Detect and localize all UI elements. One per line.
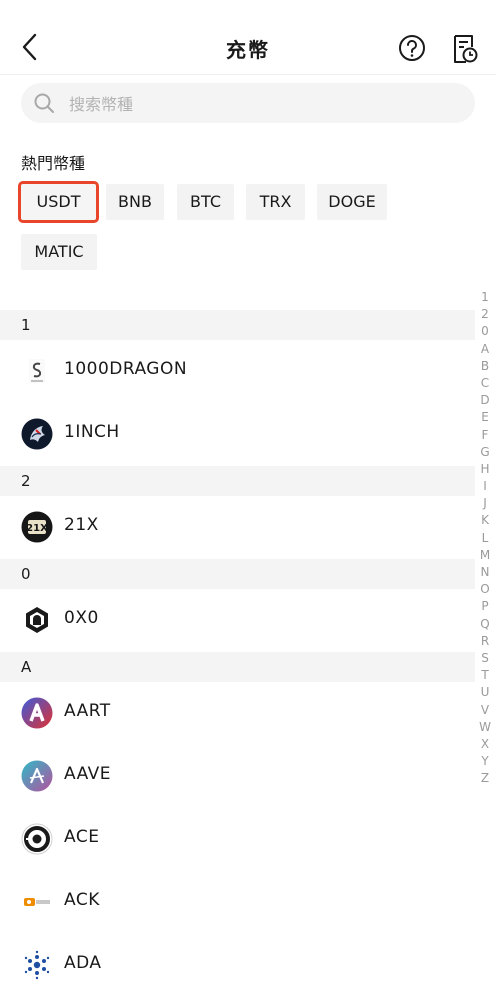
hot-chip-doge[interactable]: DOGE xyxy=(317,184,387,220)
hot-chip-trx[interactable]: TRX xyxy=(246,184,305,220)
coin-row-21x[interactable]: 21X 21X xyxy=(0,497,475,557)
search-input[interactable] xyxy=(67,83,451,125)
0x0-logo-icon xyxy=(26,607,48,633)
coin-row-ack[interactable]: ACK xyxy=(0,872,475,932)
index-letter[interactable]: U xyxy=(476,684,494,701)
index-letter[interactable]: P xyxy=(476,598,494,615)
index-letter[interactable]: L xyxy=(476,530,494,547)
index-letter[interactable]: X xyxy=(476,736,494,753)
coin-row-1000dragon[interactable]: 1000DRAGON xyxy=(0,341,475,401)
index-letter[interactable]: F xyxy=(476,427,494,444)
index-letter[interactable]: G xyxy=(476,444,494,461)
section-letter: 1 xyxy=(21,316,31,334)
index-letter[interactable]: K xyxy=(476,512,494,529)
index-letter[interactable]: V xyxy=(476,702,494,719)
svg-text:21X: 21X xyxy=(26,523,48,534)
index-letter[interactable]: A xyxy=(476,341,494,358)
index-letter[interactable]: C xyxy=(476,375,494,392)
index-letter[interactable]: M xyxy=(476,547,494,564)
coin-name: 0X0 xyxy=(64,608,99,628)
index-letter[interactable]: S xyxy=(476,650,494,667)
coin-name: 21X xyxy=(64,515,99,535)
hot-chip-usdt[interactable]: USDT xyxy=(18,181,99,223)
21x-logo-icon: 21X xyxy=(21,511,53,543)
index-letter[interactable]: Q xyxy=(476,616,494,633)
coin-name: 1INCH xyxy=(64,422,120,442)
help-icon[interactable] xyxy=(398,34,426,62)
index-letter[interactable]: N xyxy=(476,564,494,581)
coin-row-1inch[interactable]: 1INCH xyxy=(0,404,475,464)
section-header: 1 xyxy=(0,310,475,340)
index-letter[interactable]: 0 xyxy=(476,323,494,340)
section-header: 2 xyxy=(0,466,475,496)
section-header: A xyxy=(0,652,475,682)
section-letter: A xyxy=(21,658,32,676)
hot-chip-matic[interactable]: MATIC xyxy=(21,234,97,270)
ack-logo-icon xyxy=(24,898,50,906)
index-letter[interactable]: D xyxy=(476,392,494,409)
coin-name: ACE xyxy=(64,827,100,847)
1inch-logo-icon xyxy=(21,418,53,450)
section-letter: 0 xyxy=(21,565,31,583)
hot-chip-btc[interactable]: BTC xyxy=(177,184,234,220)
coin-name: ADA xyxy=(64,953,102,973)
hot-coins-title: 熱門幣種 xyxy=(21,154,86,173)
coin-row-ada[interactable]: ADA xyxy=(0,935,475,995)
coin-name: AART xyxy=(64,701,111,721)
index-letter[interactable]: T xyxy=(476,667,494,684)
index-letter[interactable]: O xyxy=(476,581,494,598)
history-record-icon[interactable] xyxy=(450,34,478,64)
coin-row-0x0[interactable]: 0X0 xyxy=(0,590,475,650)
coin-row-ace[interactable]: ACE xyxy=(0,809,475,869)
index-letter[interactable]: 1 xyxy=(476,289,494,306)
index-letter[interactable]: I xyxy=(476,478,494,495)
index-letter[interactable]: H xyxy=(476,461,494,478)
hot-chip-bnb[interactable]: BNB xyxy=(106,184,164,220)
index-letter[interactable]: R xyxy=(476,633,494,650)
ace-logo-icon xyxy=(21,823,53,855)
index-letter[interactable]: J xyxy=(476,495,494,512)
header: 充幣 xyxy=(0,0,496,75)
index-letter[interactable]: W xyxy=(476,719,494,736)
index-letter[interactable]: 2 xyxy=(476,306,494,323)
1000dragon-logo-icon xyxy=(29,359,45,383)
coin-name: ACK xyxy=(64,890,100,910)
index-letter[interactable]: B xyxy=(476,358,494,375)
ada-logo-icon xyxy=(24,950,50,980)
aave-logo-icon xyxy=(21,760,53,792)
coin-row-aart[interactable]: AART xyxy=(0,683,475,743)
search-icon xyxy=(34,93,54,113)
search-bar xyxy=(21,83,475,125)
index-letter[interactable]: E xyxy=(476,409,494,426)
coin-row-aave[interactable]: AAVE xyxy=(0,746,475,806)
section-header: 0 xyxy=(0,559,475,589)
section-letter: 2 xyxy=(21,472,31,490)
index-letter[interactable]: Y xyxy=(476,753,494,770)
coin-name: AAVE xyxy=(64,764,112,784)
aart-logo-icon xyxy=(21,697,53,729)
alphabet-index[interactable]: 120ABCDEFGHIJKLMNOPQRSTUVWXYZ xyxy=(476,289,494,787)
coin-name: 1000DRAGON xyxy=(64,359,188,379)
index-letter[interactable]: Z xyxy=(476,770,494,787)
